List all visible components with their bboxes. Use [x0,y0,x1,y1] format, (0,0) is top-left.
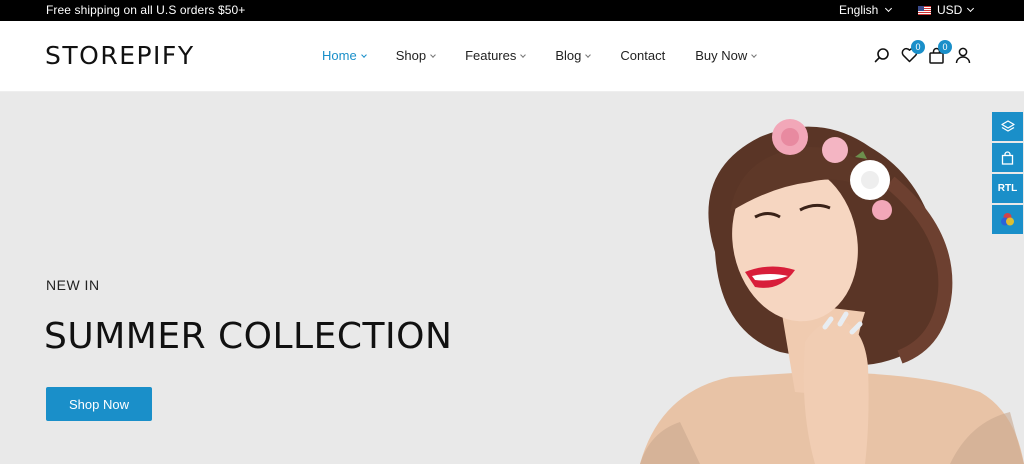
language-label: English [839,3,879,17]
buy-theme-button[interactable] [992,143,1023,172]
cart-count-badge: 0 [938,40,952,54]
wishlist-count-badge: 0 [911,40,925,54]
shop-now-button[interactable]: Shop Now [46,387,152,421]
nav-item-features[interactable]: Features [465,48,527,63]
nav-item-label: Blog [555,48,582,63]
chevron-down-icon [967,4,975,13]
currency-selector[interactable]: USD [918,3,975,17]
main-nav: Home Shop Features Blog Contact Buy Now [322,48,786,63]
chevron-down-icon [430,51,436,58]
nav-item-blog[interactable]: Blog [555,48,592,63]
chevron-down-icon [885,4,893,13]
search-icon [874,48,889,63]
hero-headline: SUMMER COLLECTION [44,316,453,357]
nav-item-label: Features [465,48,517,63]
chevron-down-icon [360,51,367,58]
shopping-bag-icon [1001,150,1014,165]
free-shipping-text: Free shipping on all U.S orders $50+ [46,3,246,17]
nav-item-shop[interactable]: Shop [395,48,436,63]
chevron-down-icon [751,51,758,58]
nav-item-label: Contact [620,48,666,63]
user-icon [955,47,971,63]
hero-model-image [640,119,1024,464]
layers-icon [1000,119,1015,132]
chevron-down-icon [520,51,527,58]
hero-banner: NEW IN SUMMER COLLECTION Shop Now [0,92,1024,464]
nav-item-label: Buy Now [695,48,748,63]
side-toolbar: RTL [992,112,1023,234]
account-button[interactable] [954,45,972,65]
top-announcement-bar: Free shipping on all U.S orders $50+ Eng… [0,0,1024,21]
color-wheel-icon [1001,213,1014,226]
nav-item-label: Shop [395,48,427,63]
color-scheme-button[interactable] [992,205,1023,234]
nav-item-home[interactable]: Home [322,48,367,63]
site-logo[interactable]: STOREPIFY [45,41,195,70]
layers-button[interactable] [992,112,1023,141]
hero-kicker: NEW IN [46,277,100,293]
search-button[interactable] [873,45,891,65]
currency-label: USD [937,3,963,17]
language-selector[interactable]: English [839,3,893,17]
site-header: STOREPIFY Home Shop Features Blog Contac… [0,21,1024,92]
nav-item-contact[interactable]: Contact [620,48,665,63]
nav-item-buy-now[interactable]: Buy Now [695,48,758,63]
nav-item-label: Home [322,48,357,63]
chevron-down-icon [585,51,592,58]
header-actions: 0 0 [873,40,972,65]
rtl-toggle-button[interactable]: RTL [992,174,1023,203]
us-flag-icon [918,5,931,15]
cart-button[interactable]: 0 [927,40,952,65]
wishlist-button[interactable]: 0 [900,40,925,65]
